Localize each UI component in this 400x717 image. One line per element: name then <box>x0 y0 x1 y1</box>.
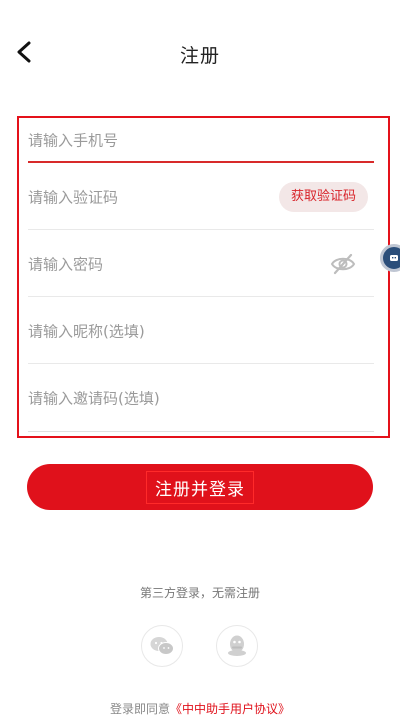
wechat-login-button[interactable] <box>141 625 183 667</box>
assistant-icon <box>390 255 398 261</box>
third-party-login-title: 第三方登录，无需注册 <box>139 586 260 600</box>
user-agreement: 登录即同意《中中助手用户协议》 <box>0 700 400 717</box>
phone-placeholder: 请输入手机号 <box>28 131 119 150</box>
qq-icon <box>228 635 246 656</box>
page-title: 注册 <box>179 45 220 67</box>
invite-code-field[interactable]: 请输入邀请码(选填) <box>28 365 374 432</box>
register-and-login-button[interactable]: 注册并登录 <box>27 464 373 510</box>
wechat-icon <box>150 637 174 655</box>
registration-form: 请输入手机号 请输入验证码 获取验证码 请输入密码 请输入昵称(选填) 请输入邀… <box>17 116 390 438</box>
agreement-link[interactable]: 《中中助手用户协议》 <box>170 702 290 716</box>
floating-assistant-button[interactable] <box>380 244 400 272</box>
agreement-prefix: 登录即同意 <box>109 702 170 716</box>
verification-code-field[interactable]: 请输入验证码 获取验证码 <box>28 165 374 230</box>
header: 注册 <box>0 0 400 100</box>
nickname-field[interactable]: 请输入昵称(选填) <box>28 298 374 364</box>
get-code-button[interactable]: 获取验证码 <box>278 182 368 212</box>
register-and-login-label: 注册并登录 <box>146 470 254 504</box>
invite-placeholder: 请输入邀请码(选填) <box>28 389 160 408</box>
password-placeholder: 请输入密码 <box>28 255 104 273</box>
eye-off-icon[interactable] <box>330 253 356 275</box>
code-placeholder: 请输入验证码 <box>28 188 119 207</box>
nickname-placeholder: 请输入昵称(选填) <box>28 322 145 340</box>
qq-login-button[interactable] <box>216 625 258 667</box>
phone-field[interactable]: 请输入手机号 <box>28 118 374 163</box>
password-field[interactable]: 请输入密码 <box>28 231 374 297</box>
